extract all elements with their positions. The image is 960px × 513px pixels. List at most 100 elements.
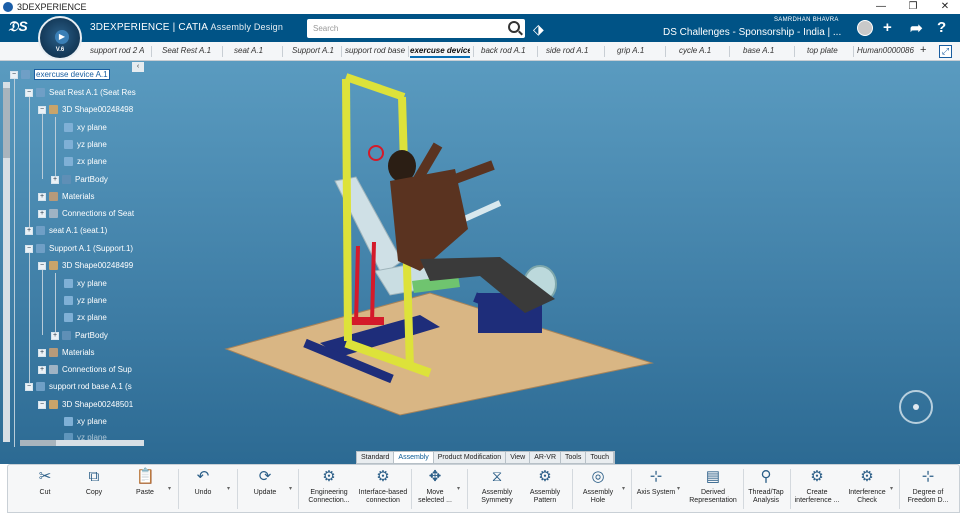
axis-dropdown-icon[interactable]: ▾: [677, 485, 680, 492]
add-tab-button[interactable]: +: [920, 44, 926, 56]
tree-node[interactable]: −3D Shape00248501: [38, 399, 133, 411]
plane-icon: [64, 296, 73, 306]
tree-node[interactable]: − Support A.1 (Support.1): [25, 243, 133, 255]
tab-top-plate[interactable]: top plate: [807, 46, 849, 55]
paste-button[interactable]: 📋 Paste: [125, 468, 165, 512]
undo-dropdown-icon[interactable]: ▾: [227, 485, 230, 492]
tree-node[interactable]: −3D Shape00248499: [38, 260, 133, 272]
tree-node[interactable]: zx plane: [64, 156, 107, 168]
add-icon[interactable]: +: [883, 19, 892, 36]
tab-side-rod[interactable]: side rod A.1: [546, 46, 596, 55]
plane-icon: [64, 140, 73, 150]
search-icon[interactable]: [508, 21, 520, 33]
support-rod-left: [354, 245, 360, 324]
view-compass-icon[interactable]: [899, 390, 933, 424]
tree-node[interactable]: xy plane: [64, 122, 107, 134]
interface-connection-button[interactable]: ⚙ Interface-based connection: [358, 468, 408, 512]
collab-space-selector[interactable]: DS Challenges - Sponsorship - India | ..…: [663, 27, 841, 38]
specification-tree[interactable]: − exercuse device A.1 − Seat Rest A.1 (Sea…: [0, 61, 145, 451]
frame-top-bar: [344, 73, 406, 101]
tab-base[interactable]: base A.1: [743, 46, 787, 55]
tab-support-rod-2[interactable]: support rod 2 A: [90, 46, 148, 55]
tree-node[interactable]: xy plane: [64, 416, 107, 428]
tree-node[interactable]: + PartBody: [51, 174, 108, 186]
tree-node[interactable]: xy plane: [64, 278, 107, 290]
tree-node[interactable]: + PartBody: [51, 330, 108, 342]
engineering-connection-button[interactable]: ⚙ Engineering Connection...: [302, 468, 356, 512]
tree-node[interactable]: + Connections of Sup: [38, 364, 132, 376]
tab-grip[interactable]: grip A.1: [617, 46, 657, 55]
share-icon[interactable]: ➦: [910, 19, 923, 37]
tree-node[interactable]: −3D Shape00248498: [38, 104, 133, 116]
tree-node[interactable]: zx plane: [64, 312, 107, 324]
update-button[interactable]: ⟳ Update: [242, 468, 288, 512]
tree-node[interactable]: yz plane: [64, 139, 107, 151]
tab-support[interactable]: Support A.1: [292, 46, 338, 55]
scroll-thumb[interactable]: [20, 440, 56, 446]
app-icon: [3, 2, 13, 12]
section-tab-ar-vr[interactable]: AR-VR: [530, 452, 562, 463]
help-icon[interactable]: ?: [937, 19, 946, 36]
interference-dropdown-icon[interactable]: ▾: [890, 485, 893, 492]
window-title: 3DEXPERIENCE: [17, 2, 87, 12]
tab-seat-rest[interactable]: Seat Rest A.1: [162, 46, 220, 55]
search-input[interactable]: Search: [307, 19, 525, 38]
compass-button[interactable]: ▶ V.6: [38, 16, 82, 60]
tab-seat[interactable]: seat A.1: [234, 46, 274, 55]
move-dropdown-icon[interactable]: ▾: [457, 485, 460, 492]
scroll-thumb[interactable]: [3, 88, 10, 158]
fullscreen-icon[interactable]: ⤢: [939, 45, 952, 58]
close-button[interactable]: ✕: [930, 0, 960, 14]
move-button[interactable]: ✥ Move selected ...: [414, 468, 456, 512]
window-titlebar: 3DEXPERIENCE — ❐ ✕: [0, 0, 960, 14]
tab-support-rod-base[interactable]: support rod base: [345, 46, 407, 55]
tab-human[interactable]: Human0000086: [857, 46, 915, 55]
paste-dropdown-icon[interactable]: ▾: [168, 485, 171, 492]
assembly-pattern-icon: ⚙: [538, 468, 552, 485]
human-right-arm: [448, 160, 495, 186]
scissors-icon: ✂: [38, 468, 52, 485]
hole-dropdown-icon[interactable]: ▾: [622, 485, 625, 492]
section-tab-product-modification[interactable]: Product Modification: [434, 452, 507, 463]
copy-button[interactable]: ⧉ Copy: [74, 468, 114, 512]
section-tab-touch[interactable]: Touch: [586, 452, 615, 463]
degree-of-freedom-button[interactable]: ⊹ Degree of Freedom D...: [902, 468, 954, 512]
derived-representation-icon: ▤: [705, 468, 721, 485]
undo-button[interactable]: ↶ Undo: [183, 468, 223, 512]
create-interference-button[interactable]: ⚙ Create interference ...: [794, 468, 840, 512]
tree-node[interactable]: + Materials: [38, 347, 94, 359]
tab-back-rod[interactable]: back rod A.1: [481, 46, 531, 55]
tree-node[interactable]: + Connections of Seat: [38, 208, 134, 220]
assembly-symmetry-button[interactable]: ⧖ Assembly Symmetry: [472, 468, 522, 512]
section-tab-standard[interactable]: Standard: [357, 452, 395, 463]
support-rod-right: [370, 241, 376, 324]
avatar[interactable]: [857, 20, 873, 36]
tree-node[interactable]: − support rod base A.1 (s: [25, 381, 132, 393]
tab-cycle[interactable]: cycle A.1: [679, 46, 723, 55]
section-tab-tools[interactable]: Tools: [561, 452, 587, 463]
tree-node[interactable]: + Materials: [38, 191, 94, 203]
section-tab-view[interactable]: View: [506, 452, 531, 463]
tag-icon[interactable]: ⬗: [533, 21, 544, 38]
assembly-hole-button[interactable]: ◎ Assembly Hole: [576, 468, 620, 512]
minimize-button[interactable]: —: [866, 0, 896, 14]
tree-node[interactable]: − Seat Rest A.1 (Seat Res: [25, 87, 136, 99]
tree-node[interactable]: + seat A.1 (seat.1): [25, 225, 107, 237]
tree-node[interactable]: − exercuse device A.1: [10, 69, 110, 81]
section-tab-assembly[interactable]: Assembly: [394, 452, 434, 463]
partbody-icon: [62, 175, 71, 185]
maximize-button[interactable]: ❐: [898, 0, 928, 14]
floor-plate: [224, 292, 654, 416]
cut-button[interactable]: ✂ Cut: [23, 468, 67, 512]
update-dropdown-icon[interactable]: ▾: [289, 485, 292, 492]
axis-system-button[interactable]: ⊹ Axis System: [636, 468, 676, 512]
thread-tap-analysis-button[interactable]: ⚲ Thread/Tap Analysis: [746, 468, 786, 512]
assembly-pattern-button[interactable]: ⚙ Assembly Pattern: [523, 468, 567, 512]
tree-vertical-scrollbar[interactable]: [3, 82, 10, 442]
tab-exercuse-device[interactable]: exercuse device: [410, 46, 470, 58]
interference-check-button[interactable]: ⚙ Interference Check: [844, 468, 890, 512]
tree-horizontal-scrollbar[interactable]: [20, 440, 144, 446]
derived-representation-button[interactable]: ▤ Derived Representation: [686, 468, 740, 512]
tree-collapse-button[interactable]: ‹: [132, 62, 144, 72]
tree-node[interactable]: yz plane: [64, 295, 107, 307]
